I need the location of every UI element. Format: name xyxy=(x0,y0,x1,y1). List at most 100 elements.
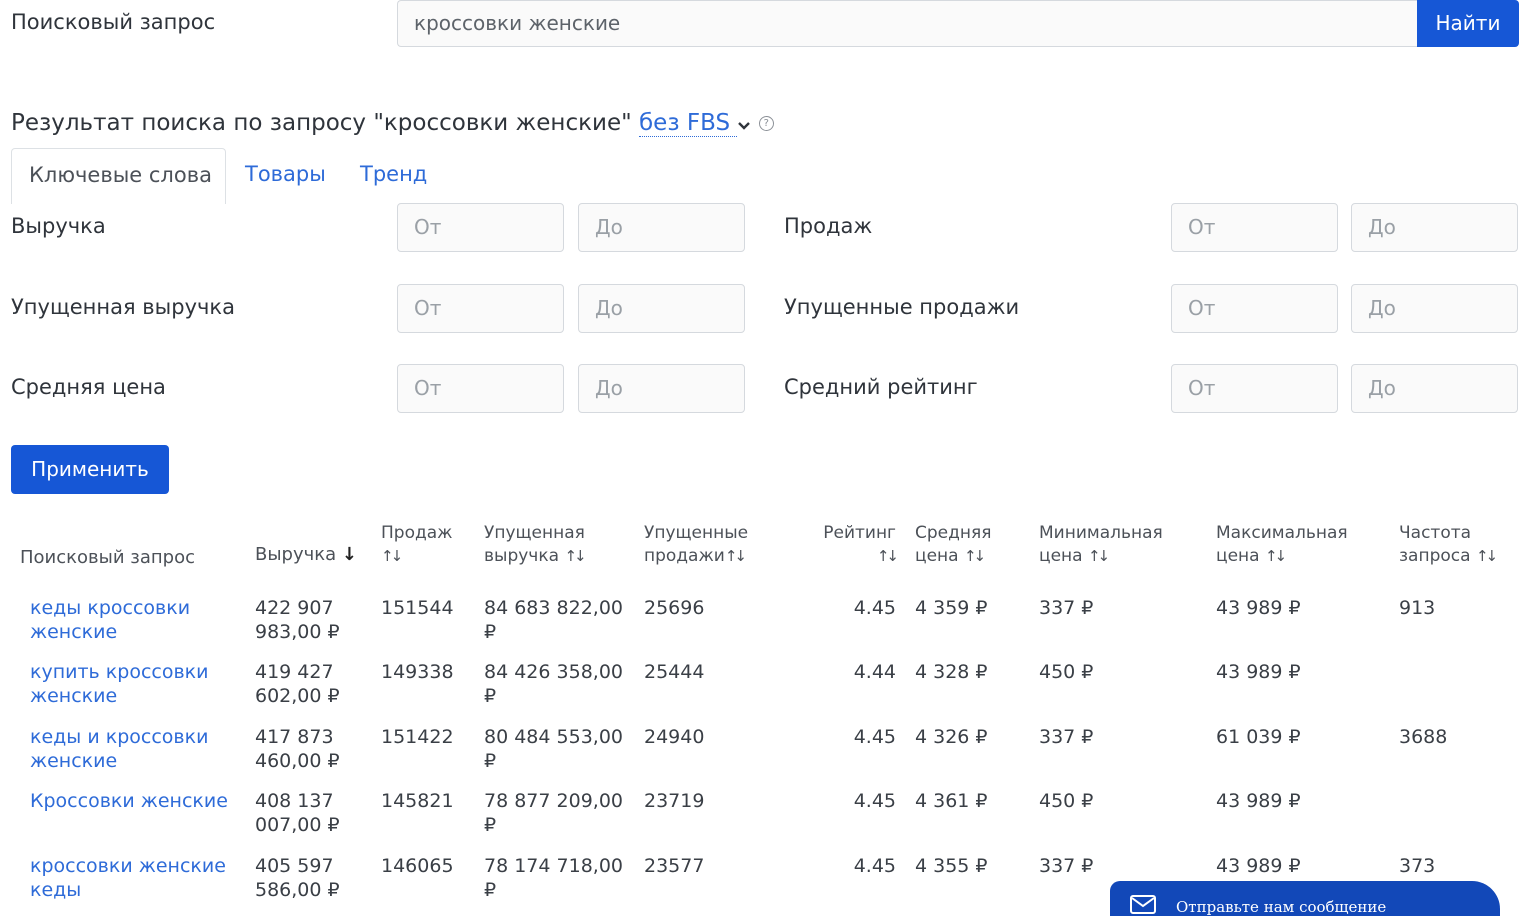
cell-lost-revenue: 84 426 358,00 ₽ xyxy=(484,661,624,707)
header-lost-sales-line2: продажи xyxy=(644,546,725,566)
cell-revenue: 408 137 007,00 ₽ xyxy=(255,790,340,836)
filter-revenue-label: Выручка xyxy=(11,214,106,238)
query-link[interactable]: Кроссовки женские xyxy=(30,789,228,813)
header-avg-price[interactable]: Средняя цена ↑↓ xyxy=(915,522,991,568)
cell-min-price: 450 ₽ xyxy=(1039,661,1094,683)
header-max-price-line2: цена xyxy=(1216,546,1260,566)
sort-icon: ↑↓ xyxy=(876,547,899,565)
cell-sales: 145821 xyxy=(381,790,454,812)
header-max-price-line1: Максимальная xyxy=(1216,523,1348,543)
find-button[interactable]: Найти xyxy=(1417,0,1519,47)
tab-keywords-label: Ключевые слова xyxy=(29,163,212,187)
cell-revenue: 405 597 586,00 ₽ xyxy=(255,855,340,901)
lost-revenue-from-input[interactable]: От xyxy=(397,284,564,333)
cell-revenue: 419 427 602,00 ₽ xyxy=(255,661,340,707)
query-link[interactable]: купить кроссовки женские xyxy=(30,660,209,708)
lost-revenue-to-input[interactable]: До xyxy=(578,284,745,333)
query-link[interactable]: кеды и кроссовки женские xyxy=(30,725,208,773)
header-lost-revenue-line1: Упущенная xyxy=(484,523,585,543)
cell-min-price: 337 ₽ xyxy=(1039,726,1094,748)
tab-products[interactable]: Товары xyxy=(245,162,326,186)
tab-keywords[interactable]: Ключевые слова xyxy=(11,148,226,204)
cell-lost-revenue: 78 877 209,00 ₽ xyxy=(484,790,624,836)
help-icon[interactable]: ? xyxy=(758,116,774,131)
header-rating[interactable]: Рейтинг ↑↓ xyxy=(818,522,899,568)
header-revenue[interactable]: Выручка ↓ xyxy=(255,543,357,566)
cell-sales: 149338 xyxy=(381,661,454,683)
cell-sales: 151422 xyxy=(381,726,454,748)
header-lost-revenue[interactable]: Упущенная выручка ↑↓ xyxy=(484,522,587,568)
fbs-mode-label: без FBS xyxy=(639,110,731,136)
sort-icon: ↑↓ xyxy=(381,547,403,565)
cell-lost-revenue: 80 484 553,00 ₽ xyxy=(484,726,624,772)
tab-trend[interactable]: Тренд xyxy=(360,162,427,186)
sales-to-input[interactable]: До xyxy=(1351,203,1518,252)
filter-lost-revenue-label: Упущенная выручка xyxy=(11,295,235,319)
header-frequency[interactable]: Частота запроса ↑↓ xyxy=(1399,522,1498,568)
avg-price-from-input[interactable]: От xyxy=(397,364,564,413)
cell-rating: 4.45 xyxy=(853,790,896,812)
cell-avg-price: 4 359 ₽ xyxy=(915,597,988,619)
header-lost-sales[interactable]: Упущенные продажи↑↓ xyxy=(644,522,748,568)
avg-price-to-input[interactable]: До xyxy=(578,364,745,413)
cell-rating: 4.45 xyxy=(853,597,896,619)
sales-from-input[interactable]: От xyxy=(1171,203,1338,252)
revenue-from-input[interactable]: От xyxy=(397,203,564,252)
header-sales[interactable]: Продаж ↑↓ xyxy=(381,522,452,568)
header-lost-sales-line1: Упущенные xyxy=(644,523,749,543)
header-avg-price-line1: Средняя xyxy=(915,523,992,543)
search-input-value: кроссовки женские xyxy=(414,11,621,35)
find-button-label: Найти xyxy=(1435,11,1501,35)
apply-button[interactable]: Применить xyxy=(11,445,169,494)
cell-min-price: 337 ₽ xyxy=(1039,855,1094,877)
cell-lost-revenue: 78 174 718,00 ₽ xyxy=(484,855,624,901)
cell-max-price: 43 989 ₽ xyxy=(1216,855,1301,877)
search-input[interactable]: кроссовки женские xyxy=(397,0,1419,47)
cell-revenue: 422 907 983,00 ₽ xyxy=(255,597,340,643)
cell-sales: 151544 xyxy=(381,597,454,619)
cell-max-price: 43 989 ₽ xyxy=(1216,790,1301,812)
cell-avg-price: 4 355 ₽ xyxy=(915,855,988,877)
cell-frequency: 913 xyxy=(1399,597,1436,619)
result-heading: Результат поиска по запросу "кроссовки ж… xyxy=(11,110,774,137)
filter-lost-sales-label: Упущенные продажи xyxy=(784,295,1020,319)
cell-min-price: 337 ₽ xyxy=(1039,597,1094,619)
chevron-down-icon[interactable] xyxy=(737,111,751,137)
cell-revenue: 417 873 460,00 ₽ xyxy=(255,726,340,772)
lost-sales-from-input[interactable]: От xyxy=(1171,284,1338,333)
envelope-icon xyxy=(1130,895,1156,918)
header-min-price[interactable]: Минимальная цена ↑↓ xyxy=(1039,522,1163,568)
cell-frequency: 3688 xyxy=(1399,726,1448,748)
cell-rating: 4.45 xyxy=(853,855,896,877)
header-max-price[interactable]: Максимальная цена ↑↓ xyxy=(1216,522,1348,568)
avg-rating-to-input[interactable]: До xyxy=(1351,364,1518,413)
header-revenue-label: Выручка xyxy=(255,544,337,565)
header-frequency-line2: запроса xyxy=(1399,546,1471,566)
sort-desc-icon: ↓ xyxy=(341,544,358,565)
cell-lost-sales: 25696 xyxy=(644,597,705,619)
sort-icon: ↑↓ xyxy=(1087,547,1110,565)
sort-icon: ↑↓ xyxy=(963,547,986,565)
header-lost-revenue-line2: выручка xyxy=(484,546,560,566)
cell-lost-sales: 23719 xyxy=(644,790,705,812)
query-link[interactable]: кроссовки женские кеды xyxy=(30,854,226,902)
query-link[interactable]: кеды кроссовки женские xyxy=(30,596,190,644)
cell-lost-sales: 23577 xyxy=(644,855,705,877)
filter-avg-rating-label: Средний рейтинг xyxy=(784,375,978,399)
cell-sales: 146065 xyxy=(381,855,454,877)
fbs-mode-dropdown[interactable]: без FBS xyxy=(639,110,738,137)
revenue-to-input[interactable]: До xyxy=(578,203,745,252)
sort-icon: ↑↓ xyxy=(724,547,747,565)
avg-rating-from-input[interactable]: От xyxy=(1171,364,1338,413)
header-sales-label: Продаж xyxy=(381,523,453,543)
chat-widget[interactable]: Отправьте нам сообщение xyxy=(1110,881,1500,916)
header-query[interactable]: Поисковый запрос xyxy=(20,546,195,569)
header-min-price-line1: Минимальная xyxy=(1039,523,1163,543)
cell-lost-sales: 25444 xyxy=(644,661,705,683)
cell-max-price: 61 039 ₽ xyxy=(1216,726,1301,748)
sort-icon: ↑↓ xyxy=(1475,547,1498,565)
lost-sales-to-input[interactable]: До xyxy=(1351,284,1518,333)
search-label: Поисковый запрос xyxy=(11,10,216,34)
cell-avg-price: 4 326 ₽ xyxy=(915,726,988,748)
cell-min-price: 450 ₽ xyxy=(1039,790,1094,812)
